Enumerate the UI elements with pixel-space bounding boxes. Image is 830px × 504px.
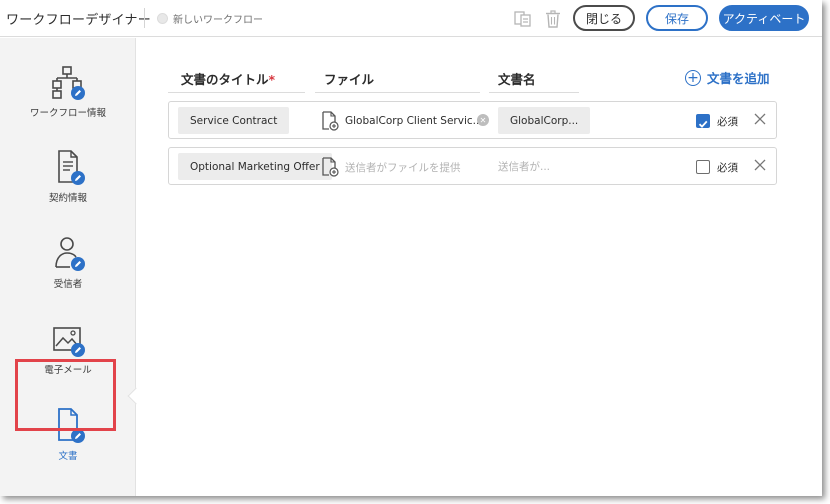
required-label: 必須: [717, 162, 738, 174]
header-underline: [168, 92, 305, 93]
file-placeholder: 送信者がファイルを提供: [345, 161, 461, 174]
plus-circle-icon: +: [685, 69, 701, 86]
document-row: Service Contract GlobalCorp Client Servi…: [168, 101, 777, 139]
file-add-icon: [322, 111, 339, 131]
sidebar-item-label: ワークフロー情報: [29, 108, 106, 119]
workflow-name[interactable]: 新しいワークフロー: [157, 11, 263, 26]
sidebar-item-workflow-info[interactable]: ワークフロー情報: [0, 63, 136, 119]
checkmark-icon: [698, 120, 708, 128]
required-checkbox[interactable]: [696, 114, 710, 128]
duplicate-icon[interactable]: [513, 9, 533, 29]
sidebar-item-agreement-info[interactable]: 契約情報: [0, 148, 136, 204]
header-underline: [315, 92, 480, 93]
document-title-field[interactable]: Optional Marketing Offer: [178, 153, 332, 180]
add-document-label: 文書を追加: [707, 71, 770, 86]
email-icon: [53, 327, 85, 357]
column-header-title: 文書のタイトル*: [181, 72, 276, 87]
documents-panel: 文書のタイトル* ファイル 文書名 + 文書を追加 Service Contra…: [137, 38, 822, 496]
file-field[interactable]: 送信者がファイルを提供: [321, 157, 461, 177]
document-title-field[interactable]: Service Contract: [178, 107, 290, 134]
app-window: ワークフローデザイナー 新しいワークフロー 閉じる 保存 アクティベート ワーク…: [0, 0, 822, 496]
agreement-icon: [58, 150, 85, 185]
status-dot-icon: [157, 13, 168, 24]
sidebar-item-label: 文書: [58, 451, 78, 462]
sidebar-item-recipients[interactable]: 受信者: [0, 234, 136, 290]
sidebar-item-label: 契約情報: [48, 193, 87, 204]
workflow-icon: [52, 66, 85, 100]
required-label: 必須: [717, 116, 738, 128]
remove-row-icon[interactable]: [752, 111, 768, 127]
clear-file-icon[interactable]: ✕: [477, 114, 489, 126]
divider: [144, 8, 145, 28]
document-row: Optional Marketing Offer 送信者がファイルを提供 送信者…: [168, 147, 777, 185]
sidebar-item-label: 受信者: [53, 279, 83, 290]
highlight-frame: [15, 359, 116, 431]
remove-row-icon[interactable]: [752, 157, 768, 173]
header-underline: [489, 92, 579, 93]
save-button[interactable]: 保存: [646, 5, 708, 31]
trash-icon[interactable]: [543, 9, 563, 29]
required-checkbox[interactable]: [696, 160, 710, 174]
column-header-doc-name: 文書名: [498, 72, 536, 87]
file-add-icon: [322, 157, 339, 177]
file-name: GlobalCorp Client Servic...: [345, 115, 483, 127]
workflow-name-label: 新しいワークフロー: [173, 15, 263, 26]
recipient-icon: [55, 237, 85, 271]
close-button[interactable]: 閉じる: [573, 5, 635, 31]
required-star: *: [268, 72, 276, 87]
document-name-placeholder[interactable]: 送信者が...: [498, 159, 550, 174]
add-document-button[interactable]: + 文書を追加: [685, 68, 770, 87]
document-name-field[interactable]: GlobalCorp...: [498, 107, 591, 134]
app-title: ワークフローデザイナー: [6, 13, 151, 28]
file-field[interactable]: GlobalCorp Client Servic...: [321, 111, 483, 131]
activate-button[interactable]: アクティベート: [719, 5, 809, 31]
column-header-file: ファイル: [324, 72, 375, 87]
top-bar: ワークフローデザイナー 新しいワークフロー 閉じる 保存 アクティベート: [0, 0, 822, 37]
